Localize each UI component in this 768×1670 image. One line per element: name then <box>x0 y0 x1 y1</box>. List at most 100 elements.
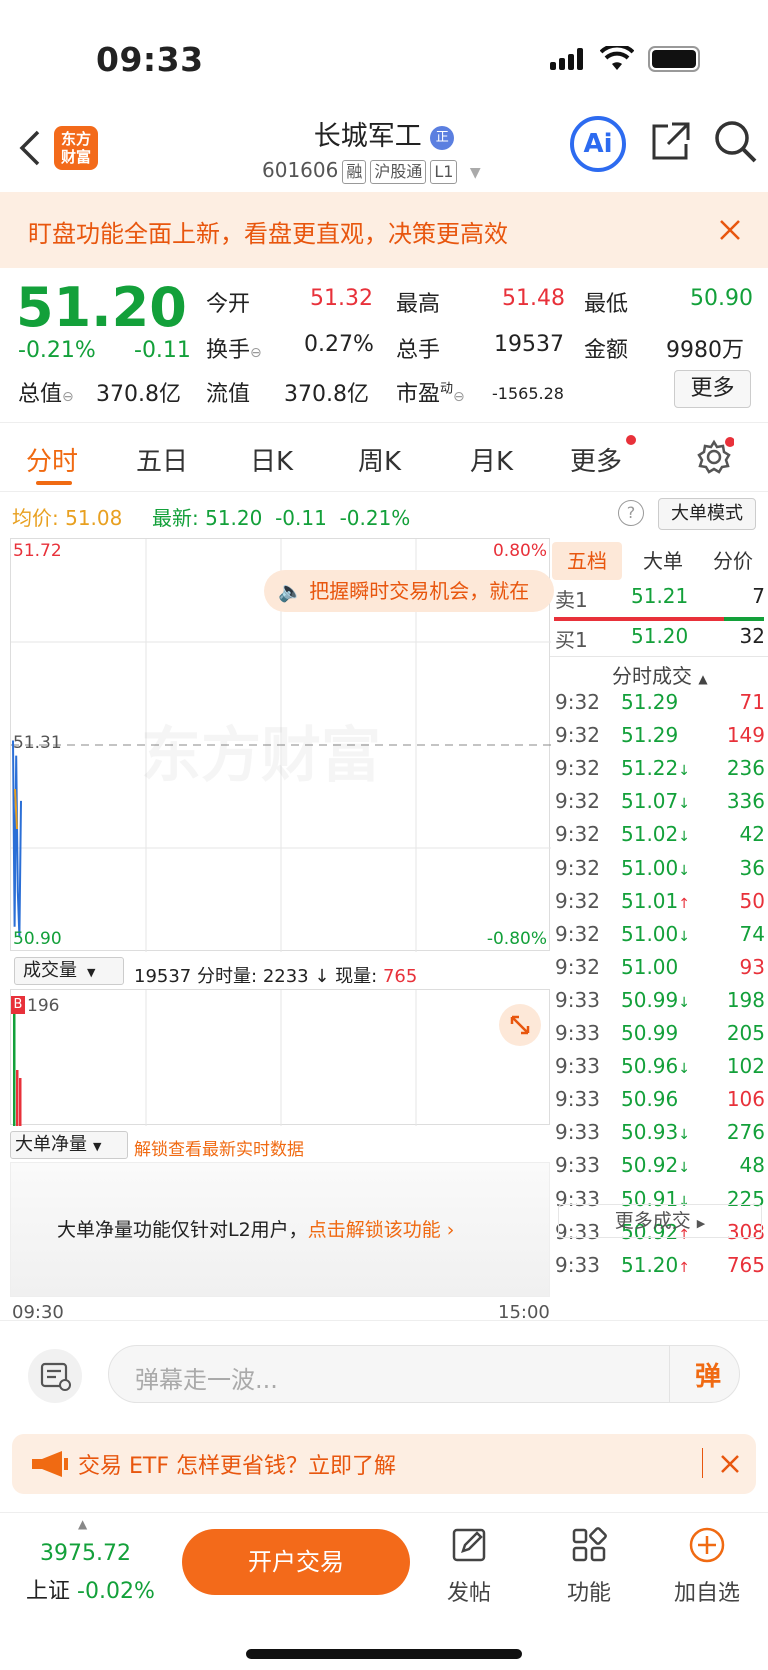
open-value: 51.32 <box>310 286 373 311</box>
help-icon[interactable]: ? <box>618 500 644 526</box>
net-flow-toolbar: 大单净量 ▼ 解锁查看最新实时数据 <box>10 1128 550 1162</box>
price-info-line: 均价: 51.08 最新: 51.20 -0.11 -0.21% ? 大单模式 <box>0 492 768 536</box>
trade-price: 51.29 <box>621 690 679 714</box>
trade-price: 51.00↓ <box>621 855 690 880</box>
add-favorite-button[interactable]: 加自选 <box>662 1525 752 1607</box>
trade-row: 9:32 51.01↑ 50 <box>555 889 765 922</box>
more-button[interactable]: 更多 <box>674 370 751 408</box>
pct-axis-top: 0.80% <box>492 541 547 561</box>
status-time: 09:33 <box>96 40 204 79</box>
tab-price-distribution[interactable]: 分价 <box>698 542 768 580</box>
index-value[interactable]: 3975.72 <box>40 1541 131 1566</box>
promo-pill[interactable]: 🔈 把握瞬时交易机会，就在 <box>264 570 554 612</box>
trade-row: 9:32 51.00↓ 36 <box>555 856 765 889</box>
float-label: 流值 <box>206 382 251 407</box>
indicator-select[interactable]: 成交量 ▼ <box>14 957 124 985</box>
home-indicator <box>246 1649 522 1659</box>
trade-price: 51.07↓ <box>621 789 690 814</box>
tab-monthly-k[interactable]: 月K <box>470 441 513 478</box>
period-tabs: 分时 五日 日K 周K 月K 更多 <box>0 422 768 492</box>
low-label: 最低 <box>584 292 629 317</box>
net-flow-locked-area[interactable]: 大单净量功能仅针对L2用户，点击解锁该功能 › <box>10 1162 550 1297</box>
trade-time: 9:33 <box>555 1153 600 1178</box>
low-value: 50.90 <box>690 286 753 311</box>
trade-volume: 149 <box>726 723 765 748</box>
volume-label: 总手 <box>396 338 441 363</box>
trade-row: 9:32 51.00 93 <box>555 955 765 988</box>
settings-icon[interactable] <box>694 437 734 477</box>
trades-title[interactable]: 分时成交 ▲ <box>612 660 708 689</box>
open-account-button[interactable]: 开户交易 <box>182 1529 410 1595</box>
tag-connect: 沪股通 <box>370 160 427 184</box>
bottom-bar: ▲ 3975.72 上证 -0.02% 开户交易 发帖 功能 加自选 <box>0 1512 768 1670</box>
ai-button[interactable]: Ai <box>570 116 626 172</box>
tab-weekly-k[interactable]: 周K <box>358 441 401 478</box>
trade-time: 9:32 <box>555 756 600 781</box>
trade-time: 9:32 <box>555 822 600 847</box>
ad-banner[interactable]: 交易 ETF 怎样更省钱？立即了解 <box>12 1434 756 1494</box>
danmaku-settings-icon[interactable] <box>28 1349 82 1403</box>
trade-price: 50.93↓ <box>621 1120 690 1145</box>
y-axis-mid: 51.31 <box>13 733 62 753</box>
trade-volume: 336 <box>726 789 765 814</box>
function-button[interactable]: 功能 <box>544 1525 634 1607</box>
danmaku-input[interactable]: 弹幕走一波... 弹 <box>108 1345 740 1403</box>
pe-label: 市盈动⊖ <box>396 381 465 407</box>
tab-daily-k[interactable]: 日K <box>250 441 293 478</box>
tab-more[interactable]: 更多 <box>570 435 637 478</box>
tab-large-orders[interactable]: 大单 <box>628 542 698 580</box>
stock-code-line[interactable]: 601606 融沪股通 L1 ▼ <box>262 158 481 184</box>
large-order-mode-button[interactable]: 大单模式 <box>658 498 756 530</box>
cellular-signal-icon <box>550 48 586 70</box>
change-amount: -0.11 <box>134 338 191 363</box>
tag-margin: 融 <box>342 160 367 184</box>
notice-banner[interactable]: 盯盘功能全面上新，看盘更直观，决策更高效 <box>0 192 768 268</box>
post-button[interactable]: 发帖 <box>424 1525 514 1607</box>
info-icon: ⊖ <box>62 389 74 405</box>
mktcap-label: 总值⊖ <box>18 382 74 407</box>
tab-intraday[interactable]: 分时 <box>26 441 78 478</box>
share-icon[interactable] <box>650 120 692 162</box>
volume-toolbar: 成交量 ▼ 19537 分时量: 2233 ↓ 现量: 765 <box>10 953 550 989</box>
quote-panel: 51.20 -0.21% -0.11 今开 51.32 最高 51.48 最低 … <box>0 270 768 422</box>
trade-volume: 48 <box>739 1153 765 1178</box>
expand-icon[interactable] <box>499 1004 541 1046</box>
high-value: 51.48 <box>502 286 565 311</box>
trade-volume: 36 <box>739 855 765 880</box>
intraday-chart[interactable]: 东方财富 51.72 51.31 50.90 0.80% -0.80% 🔈 把握… <box>10 538 554 952</box>
trade-volume: 93 <box>739 954 765 979</box>
ad-text: 交易 ETF 怎样更省钱？立即了解 <box>78 1454 396 1479</box>
trade-row: 9:33 51.20↑ 765 <box>555 1253 765 1286</box>
tab-5day[interactable]: 五日 <box>136 441 188 478</box>
open-label: 今开 <box>206 292 251 317</box>
stock-header: 东方 财富 长城军工 正 601606 融沪股通 L1 ▼ Ai <box>0 110 768 192</box>
index-summary[interactable]: 上证 -0.02% <box>26 1573 155 1605</box>
trade-time: 9:33 <box>555 987 600 1012</box>
trade-volume: 74 <box>739 921 765 946</box>
trade-time: 9:33 <box>555 1120 600 1145</box>
tab-level5[interactable]: 五档 <box>552 542 622 580</box>
unlock-link[interactable]: 解锁查看最新实时数据 <box>134 1135 304 1160</box>
y-axis-top: 51.72 <box>13 541 62 561</box>
index-expand-icon[interactable]: ▲ <box>78 1517 87 1531</box>
more-trades-button[interactable]: 更多成交 ▶ <box>558 1204 762 1238</box>
trade-volume: 102 <box>726 1054 765 1079</box>
sell1-row: 卖1 51.21 7 <box>555 584 765 612</box>
ad-close-icon[interactable] <box>720 1454 740 1474</box>
unlock-feature-link[interactable]: 点击解锁该功能 <box>308 1219 441 1241</box>
trade-volume: 42 <box>739 822 765 847</box>
sell-buy-ratio-bar <box>554 617 764 621</box>
amount-value: 9980万 <box>666 338 744 363</box>
stock-name: 长城军工 <box>313 121 422 152</box>
close-icon[interactable] <box>718 218 742 242</box>
send-danmaku-button[interactable]: 弹 <box>695 1356 721 1393</box>
trade-row: 9:32 51.00↓ 74 <box>555 922 765 955</box>
battery-icon <box>648 46 700 72</box>
search-icon[interactable] <box>714 120 758 164</box>
trade-price: 51.22↓ <box>621 756 690 781</box>
add-circle-icon <box>689 1527 725 1563</box>
pct-axis-bottom: -0.80% <box>486 929 547 949</box>
trade-row: 9:32 51.22↓ 236 <box>555 756 765 789</box>
trade-time: 9:32 <box>555 789 600 814</box>
net-flow-select[interactable]: 大单净量 ▼ <box>10 1131 128 1159</box>
